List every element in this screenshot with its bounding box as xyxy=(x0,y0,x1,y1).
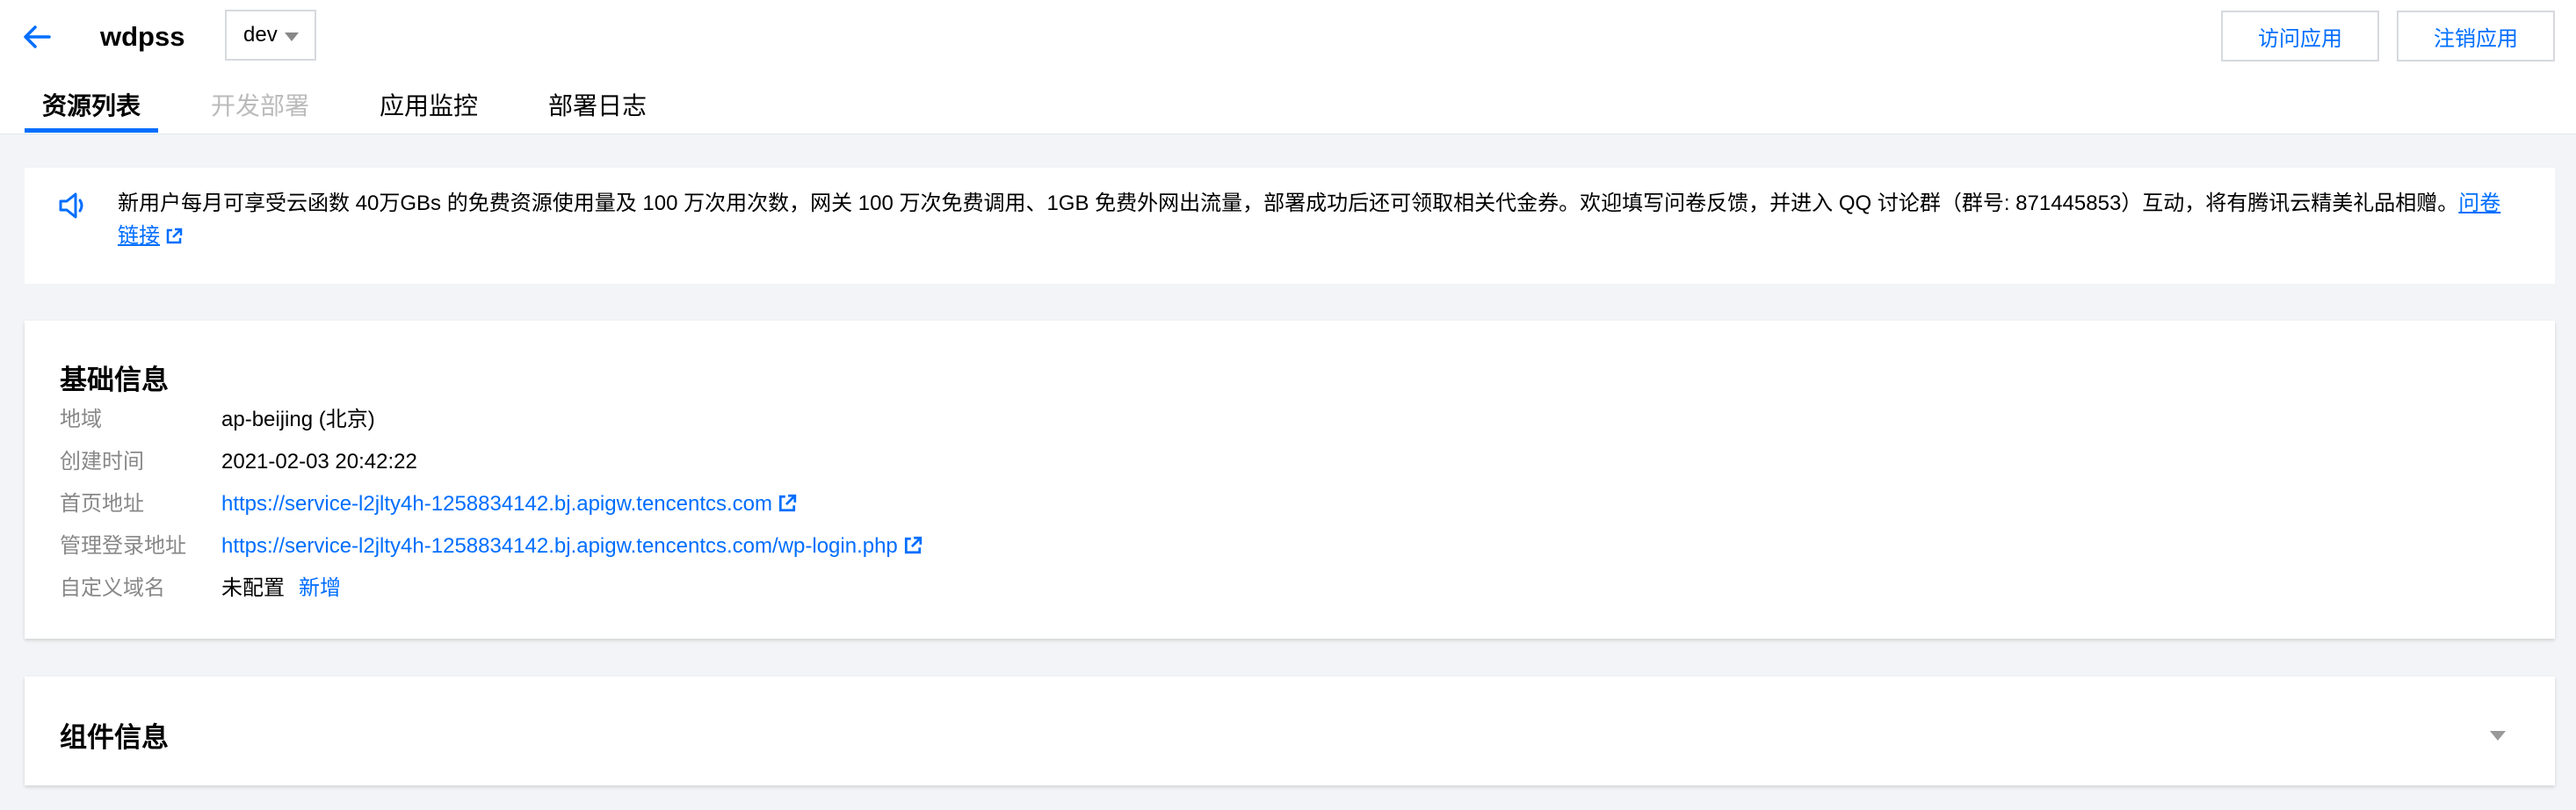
created-label: 创建时间 xyxy=(60,450,144,474)
tab-dev-deploy: 开发部署 xyxy=(211,92,310,119)
admin-login-label: 管理登录地址 xyxy=(60,534,186,558)
basic-info-title: 基础信息 xyxy=(60,365,169,395)
created-value: 2021-02-03 20:42:22 xyxy=(221,450,417,474)
back-button[interactable] xyxy=(16,16,58,58)
external-link-icon xyxy=(166,228,183,244)
tab-deploy-log[interactable]: 部署日志 xyxy=(548,81,647,132)
external-link-icon xyxy=(904,536,922,554)
env-select-value: dev xyxy=(243,23,278,47)
caret-down-icon[interactable] xyxy=(2490,731,2506,741)
add-domain-link[interactable]: 新增 xyxy=(299,576,341,600)
visit-app-button[interactable]: 访问应用 xyxy=(2221,11,2379,61)
admin-login-value: https://service-l2jlty4h-1258834142.bj.a… xyxy=(221,529,923,564)
caret-down-icon xyxy=(285,33,299,41)
speaker-icon xyxy=(59,192,83,219)
component-info-card[interactable]: 组件信息 xyxy=(25,676,2555,785)
homepage-value: https://service-l2jlty4h-1258834142.bj.a… xyxy=(221,487,797,522)
notice-text-block: 新用户每月可享受云函数 40万GBs 的免费资源使用量及 100 万次用次数，网… xyxy=(118,187,2507,252)
env-select[interactable]: dev xyxy=(225,10,316,61)
external-link-icon xyxy=(778,494,797,512)
cancel-app-button[interactable]: 注销应用 xyxy=(2397,11,2555,61)
custom-domain-status: 未配置 xyxy=(221,576,285,600)
custom-domain-label: 自定义域名 xyxy=(60,576,165,600)
tab-app-monitor[interactable]: 应用监控 xyxy=(380,81,478,132)
admin-login-link-text: https://service-l2jlty4h-1258834142.bj.a… xyxy=(221,534,898,558)
active-tab-indicator xyxy=(25,128,158,133)
homepage-link[interactable]: https://service-l2jlty4h-1258834142.bj.a… xyxy=(221,492,797,516)
tab-resource-list[interactable]: 资源列表 xyxy=(42,81,141,132)
custom-domain-value: 未配置 新增 xyxy=(221,571,341,606)
homepage-label: 首页地址 xyxy=(60,492,144,516)
admin-login-link[interactable]: https://service-l2jlty4h-1258834142.bj.a… xyxy=(221,534,923,558)
app-name: wdpss xyxy=(100,21,185,52)
component-info-title: 组件信息 xyxy=(60,722,169,753)
region-value: ap-beijing (北京) xyxy=(221,408,375,431)
homepage-link-text: https://service-l2jlty4h-1258834142.bj.a… xyxy=(221,492,773,516)
notice-text: 新用户每月可享受云函数 40万GBs 的免费资源使用量及 100 万次用次数，网… xyxy=(118,192,2459,215)
basic-info-card: 基础信息 地域 ap-beijing (北京) 创建时间 2021-02-03 … xyxy=(25,321,2555,639)
notice-banner: 新用户每月可享受云函数 40万GBs 的免费资源使用量及 100 万次用次数，网… xyxy=(25,168,2555,284)
arrow-left-icon xyxy=(24,25,51,48)
region-label: 地域 xyxy=(60,408,102,431)
